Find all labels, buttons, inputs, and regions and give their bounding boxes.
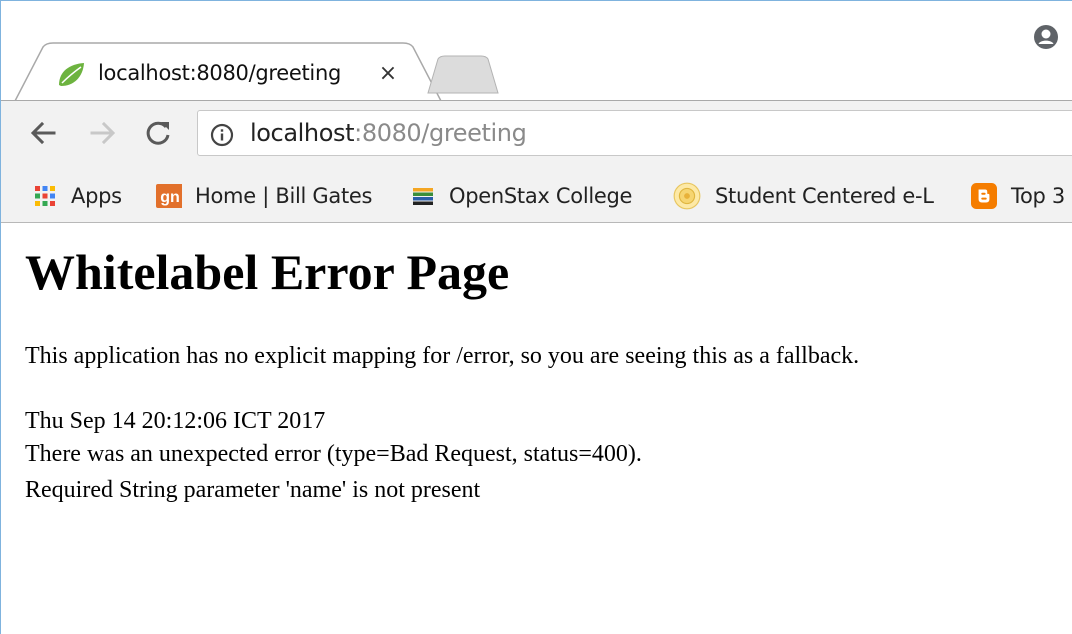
account-icon[interactable] xyxy=(1032,23,1060,51)
url-path: :8080/greeting xyxy=(354,119,527,147)
spring-leaf-icon xyxy=(59,63,84,86)
bookmark-label: Home | Bill Gates xyxy=(195,184,373,208)
error-message: This application has no explicit mapping… xyxy=(25,343,860,369)
bookmark-apps[interactable]: Apps xyxy=(33,171,122,221)
error-detail-line: Required String parameter 'name' is not … xyxy=(25,477,481,503)
tab-strip: localhost:8080/greeting × xyxy=(1,1,1072,101)
blogger-icon xyxy=(971,183,997,209)
bookmark-label: OpenStax College xyxy=(449,184,633,208)
page-title: Whitelabel Error Page xyxy=(25,244,510,300)
gn-icon: gn xyxy=(156,184,182,208)
url-host: localhost xyxy=(250,119,355,147)
back-arrow-icon[interactable] xyxy=(26,116,60,150)
svg-text:gn: gn xyxy=(160,189,180,206)
bookmark-label: Top 3 xyxy=(1011,184,1065,208)
error-timestamp: Thu Sep 14 20:12:06 ICT 2017 xyxy=(25,408,326,434)
info-icon[interactable] xyxy=(210,123,234,147)
bookmark-openstax[interactable]: OpenStax College xyxy=(411,171,632,221)
new-tab-button xyxy=(427,55,499,94)
tab-close-button[interactable]: × xyxy=(375,61,401,87)
reload-icon[interactable] xyxy=(141,116,175,150)
error-type-line: There was an unexpected error (type=Bad … xyxy=(25,441,642,467)
bookmark-bill-gates[interactable]: gn Home | Bill Gates xyxy=(154,171,372,221)
bookmarks-bar: Apps gn Home | Bill Gates OpenStax Colle… xyxy=(1,171,1072,223)
openstax-icon xyxy=(413,188,433,205)
bookmark-label: Student Centered e-L xyxy=(715,184,934,208)
tab-title[interactable]: localhost:8080/greeting xyxy=(98,61,341,85)
bookmark-label: Apps xyxy=(71,184,122,208)
address-bar[interactable]: localhost:8080/greeting xyxy=(197,110,1072,156)
browser-toolbar: localhost:8080/greeting xyxy=(1,101,1072,171)
seal-icon xyxy=(673,182,701,210)
bookmark-top3[interactable]: Top 3 xyxy=(971,171,1065,221)
page-content: Whitelabel Error Page This application h… xyxy=(1,223,1072,634)
browser-window: localhost:8080/greeting × localhost:8080… xyxy=(0,0,1072,634)
apps-grid-icon xyxy=(35,186,55,206)
url-text[interactable]: localhost:8080/greeting xyxy=(250,119,527,147)
forward-arrow-icon[interactable] xyxy=(86,116,120,150)
bookmark-student-centered[interactable]: Student Centered e-L xyxy=(673,171,934,221)
